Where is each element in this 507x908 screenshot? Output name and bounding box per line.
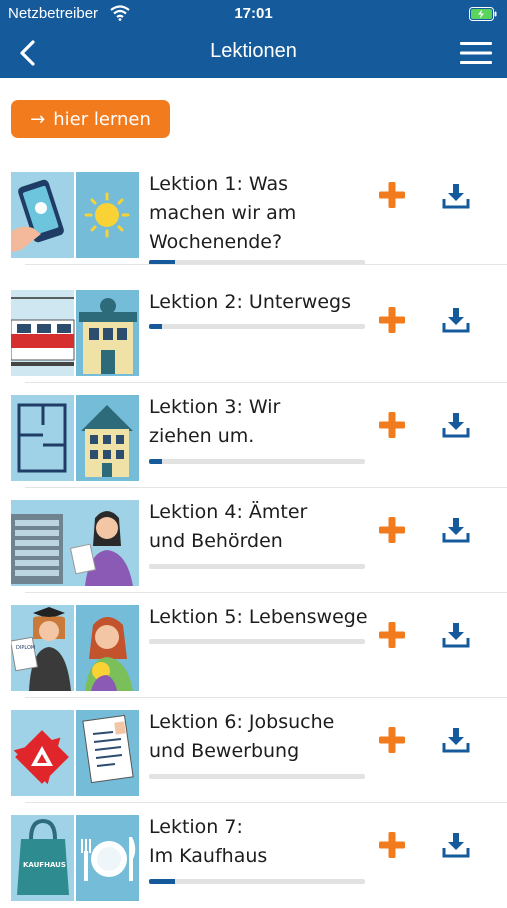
lesson-title: Lektion 1: Was machen wir am Wochenende? (149, 173, 297, 253)
learn-here-label: hier lernen (53, 108, 151, 130)
lesson-progress-bar (149, 879, 365, 884)
status-bar: Netzbetreiber 17:01 (0, 0, 507, 28)
download-icon (442, 184, 470, 209)
download-button[interactable] (442, 183, 470, 209)
download-button[interactable] (442, 622, 470, 648)
download-button[interactable] (442, 832, 470, 858)
learn-here-button[interactable]: → hier lernen (11, 100, 170, 138)
lesson-title: Lektion 2: Unterwegs (149, 291, 351, 313)
row-divider (25, 264, 507, 265)
progress-fill (149, 879, 175, 884)
arrow-right-icon: → (30, 108, 46, 130)
lesson-progress-bar (149, 564, 365, 569)
lesson-row-2[interactable]: Lektion 2: Unterwegs (0, 278, 507, 383)
plus-icon (379, 727, 405, 753)
add-lesson-button[interactable] (377, 410, 407, 440)
lesson-title: Lektion 7: Im Kaufhaus (149, 816, 268, 867)
lesson-1-thumbnail (11, 172, 139, 258)
lesson-row-5[interactable]: DIPLOM Lektion 5: Lebenswege (0, 593, 507, 698)
download-icon (442, 308, 470, 333)
plus-icon (379, 412, 405, 438)
battery-charging-icon (469, 6, 497, 25)
download-icon (442, 728, 470, 753)
lesson-row-7[interactable]: KAUFHAUS Lektion 7: Im Kaufhaus (0, 803, 507, 908)
download-icon (442, 833, 470, 858)
add-lesson-button[interactable] (377, 180, 407, 210)
plus-icon (379, 517, 405, 543)
add-lesson-button[interactable] (377, 830, 407, 860)
plus-icon (379, 182, 405, 208)
plus-icon (379, 832, 405, 858)
lesson-title: Lektion 6: Jobsuche und Bewerbung (149, 711, 335, 762)
diploma-text: DIPLOM (16, 645, 35, 651)
navigation-bar: Lektionen (0, 28, 507, 78)
plus-icon (379, 622, 405, 648)
lesson-progress-bar (149, 639, 365, 644)
lesson-title: Lektion 3: Wir ziehen um. (149, 396, 281, 447)
lesson-row-4[interactable]: Lektion 4: Ämter und Behörden (0, 488, 507, 593)
lesson-title: Lektion 5: Lebenswege (149, 606, 368, 628)
download-button[interactable] (442, 412, 470, 438)
hamburger-menu-icon (460, 42, 492, 64)
add-lesson-button[interactable] (377, 725, 407, 755)
lesson-progress-bar (149, 774, 365, 779)
kaufhaus-text: KAUFHAUS (23, 861, 66, 869)
lesson-row-6[interactable]: Lektion 6: Jobsuche und Bewerbung (0, 698, 507, 803)
lesson-7-thumbnail: KAUFHAUS (11, 815, 139, 901)
menu-button[interactable] (457, 37, 495, 69)
plus-icon (379, 307, 405, 333)
lesson-row-3[interactable]: Lektion 3: Wir ziehen um. (0, 383, 507, 488)
lesson-progress-bar (149, 459, 365, 464)
download-button[interactable] (442, 307, 470, 333)
lesson-2-thumbnail (11, 290, 139, 376)
download-button[interactable] (442, 517, 470, 543)
progress-fill (149, 459, 162, 464)
download-button[interactable] (442, 727, 470, 753)
clock: 17:01 (234, 5, 273, 22)
page-title: Lektionen (210, 40, 297, 62)
lesson-progress-bar (149, 324, 365, 329)
download-icon (442, 413, 470, 438)
lesson-6-thumbnail (11, 710, 139, 796)
lesson-3-thumbnail (11, 395, 139, 481)
lesson-4-thumbnail (11, 500, 139, 586)
progress-fill (149, 324, 162, 329)
download-icon (442, 518, 470, 543)
add-lesson-button[interactable] (377, 515, 407, 545)
add-lesson-button[interactable] (377, 305, 407, 335)
lesson-5-thumbnail: DIPLOM (11, 605, 139, 691)
add-lesson-button[interactable] (377, 620, 407, 650)
download-icon (442, 623, 470, 648)
lesson-title: Lektion 4: Ämter und Behörden (149, 501, 308, 552)
lesson-row-1[interactable]: Lektion 1: Was machen wir am Wochenende? (0, 160, 507, 265)
